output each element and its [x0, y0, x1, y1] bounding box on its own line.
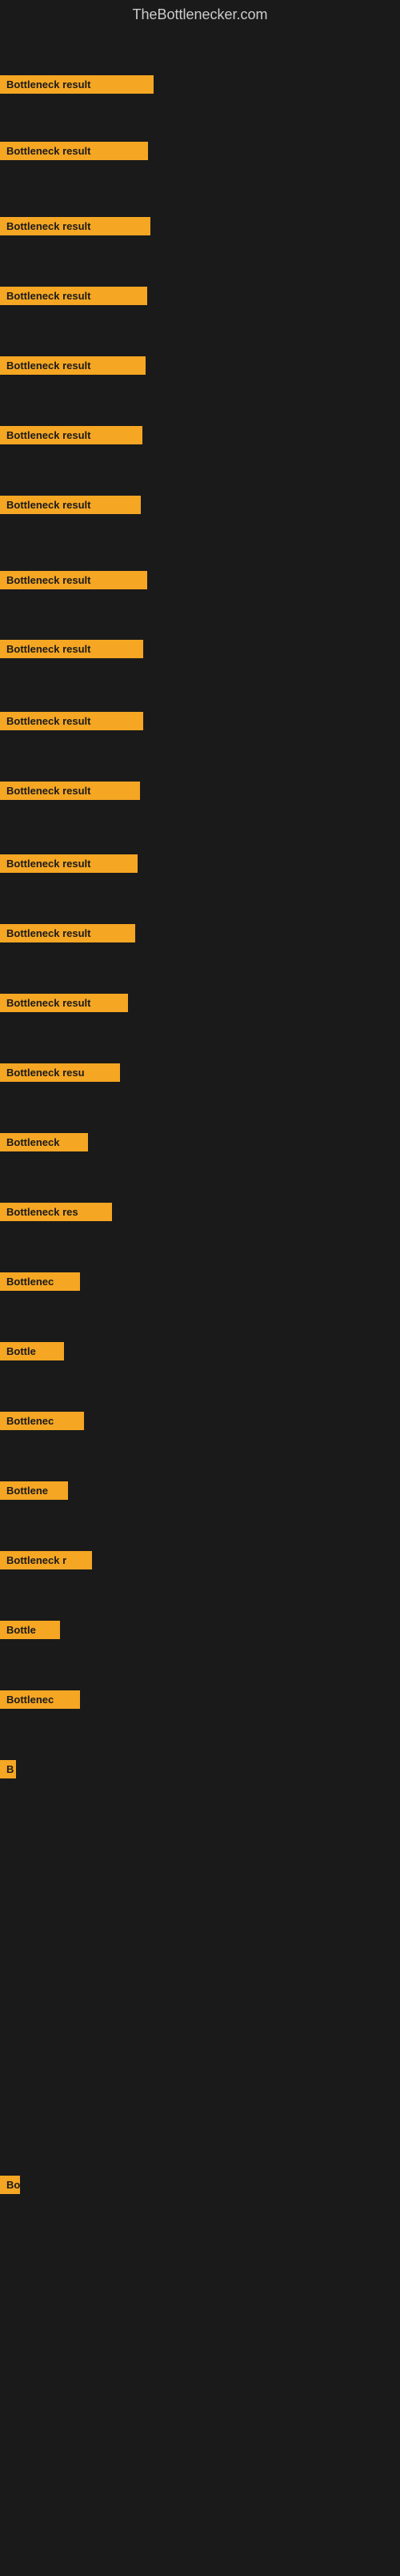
bottleneck-label: Bottlenec [0, 1412, 84, 1430]
bottleneck-item: Bottlenec [0, 1272, 80, 1295]
bottleneck-item: Bottleneck result [0, 142, 148, 164]
bottleneck-item: Bottleneck result [0, 712, 143, 734]
bottleneck-label: Bottle [0, 1621, 60, 1639]
bottleneck-label: Bottleneck res [0, 1203, 112, 1221]
bottleneck-item: B [0, 1760, 16, 1782]
bottleneck-label: Bottle [0, 1342, 64, 1360]
bottleneck-label: Bottleneck result [0, 994, 128, 1012]
bottleneck-label: Bottleneck result [0, 782, 140, 800]
bottleneck-label: Bottlene [0, 1481, 68, 1500]
bottleneck-label: Bottleneck result [0, 640, 143, 658]
bottleneck-label: Bottleneck result [0, 712, 143, 730]
bottleneck-item: Bottleneck resu [0, 1063, 120, 1086]
bottleneck-label: Bottleneck resu [0, 1063, 120, 1082]
bottleneck-label: Bottleneck result [0, 142, 148, 160]
site-title: TheBottlenecker.com [0, 0, 400, 30]
bottleneck-item: Bottleneck result [0, 426, 142, 448]
bottleneck-item: Bottleneck result [0, 217, 150, 239]
bottleneck-item: Bo [0, 2176, 20, 2198]
bottleneck-item: Bottleneck result [0, 994, 128, 1016]
bottleneck-label: Bottleneck result [0, 75, 154, 94]
bottleneck-item: Bottleneck result [0, 571, 147, 593]
bottleneck-label: Bottleneck result [0, 356, 146, 375]
bottleneck-item: Bottleneck result [0, 924, 135, 946]
bottleneck-label: Bo [0, 2176, 20, 2194]
bottleneck-item: Bottleneck r [0, 1551, 92, 1573]
bottleneck-label: Bottleneck result [0, 496, 141, 514]
bottleneck-item: Bottleneck result [0, 496, 141, 518]
bottleneck-item: Bottleneck result [0, 75, 154, 98]
bottleneck-item: Bottleneck result [0, 782, 140, 804]
bottleneck-label: Bottleneck result [0, 854, 138, 873]
bottleneck-item: Bottle [0, 1342, 64, 1364]
bottleneck-item: Bottleneck result [0, 640, 143, 662]
bottleneck-item: Bottleneck result [0, 287, 147, 309]
bottleneck-item: Bottle [0, 1621, 60, 1643]
bottleneck-item: Bottlenec [0, 1412, 84, 1434]
bottleneck-item: Bottlene [0, 1481, 68, 1504]
bottleneck-label: Bottleneck result [0, 426, 142, 444]
bottleneck-label: B [0, 1760, 16, 1778]
bottleneck-label: Bottleneck result [0, 217, 150, 235]
bottleneck-label: Bottlenec [0, 1690, 80, 1709]
bottleneck-item: Bottlenec [0, 1690, 80, 1713]
bottleneck-label: Bottlenec [0, 1272, 80, 1291]
bottleneck-label: Bottleneck result [0, 924, 135, 942]
bottleneck-item: Bottleneck res [0, 1203, 112, 1225]
bottleneck-label: Bottleneck [0, 1133, 88, 1151]
bottleneck-label: Bottleneck r [0, 1551, 92, 1569]
bottleneck-item: Bottleneck result [0, 356, 146, 379]
bottleneck-label: Bottleneck result [0, 571, 147, 589]
bottleneck-label: Bottleneck result [0, 287, 147, 305]
bottleneck-item: Bottleneck result [0, 854, 138, 877]
bottleneck-item: Bottleneck [0, 1133, 88, 1155]
